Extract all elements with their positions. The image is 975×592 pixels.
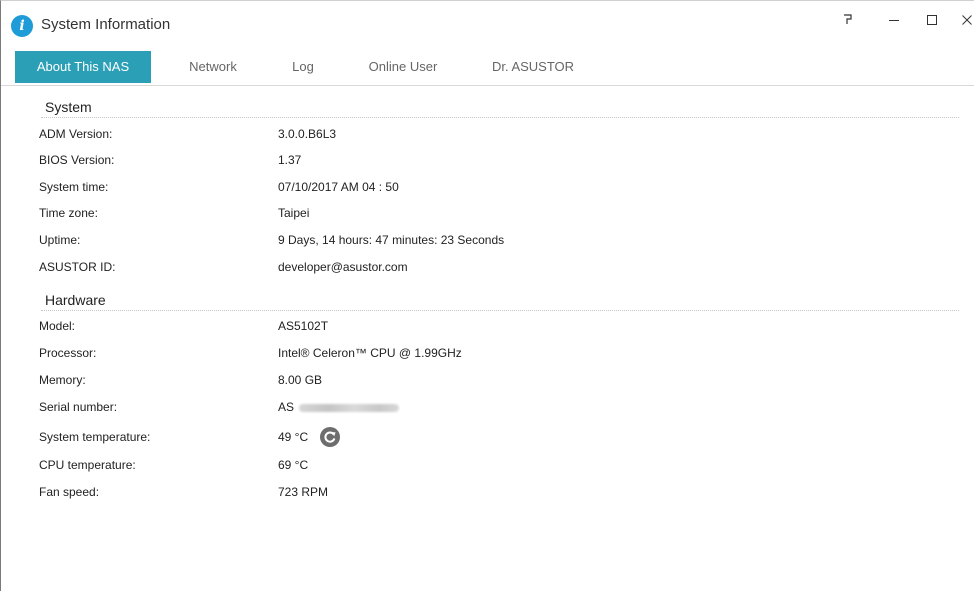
row-label: Uptime: bbox=[39, 233, 81, 247]
section-divider bbox=[41, 310, 959, 311]
info-app-icon: i bbox=[11, 15, 33, 37]
close-icon bbox=[962, 15, 972, 25]
row-value: 8.00 GB bbox=[278, 373, 323, 387]
tab-dr-asustor[interactable]: Dr. ASUSTOR bbox=[483, 51, 583, 83]
hardware-section-title: Hardware bbox=[45, 292, 106, 308]
serial-value: AS bbox=[278, 400, 400, 414]
section-divider bbox=[41, 117, 959, 118]
row-label: ADM Version: bbox=[39, 127, 113, 141]
info-row-asustor-id: ASUSTOR ID: developer@asustor.com bbox=[1, 260, 974, 280]
maximize-button[interactable] bbox=[916, 9, 948, 31]
row-value: 69 °C bbox=[278, 458, 309, 472]
row-label: Serial number: bbox=[39, 400, 118, 414]
row-label: BIOS Version: bbox=[39, 153, 115, 167]
row-value: 1.37 bbox=[278, 153, 302, 167]
row-label: Time zone: bbox=[39, 206, 98, 220]
row-label: System time: bbox=[39, 180, 109, 194]
row-value: AS5102T bbox=[278, 319, 329, 333]
row-value: 49 °C bbox=[278, 430, 309, 444]
row-label: Memory: bbox=[39, 373, 86, 387]
tab-log[interactable]: Log bbox=[281, 51, 325, 83]
row-value: 9 Days, 14 hours: 47 minutes: 23 Seconds bbox=[278, 233, 505, 247]
system-section-title: System bbox=[45, 99, 92, 115]
help-button[interactable] bbox=[832, 9, 864, 31]
refresh-icon[interactable] bbox=[320, 427, 340, 447]
row-label: Model: bbox=[39, 319, 76, 333]
row-value: developer@asustor.com bbox=[278, 260, 408, 274]
info-row-processor: Processor: Intel® Celeron™ CPU @ 1.99GHz bbox=[1, 346, 974, 366]
minimize-button[interactable] bbox=[878, 9, 910, 31]
tab-network[interactable]: Network bbox=[181, 51, 245, 83]
info-row-adm-version: ADM Version: 3.0.0.B6L3 bbox=[1, 127, 974, 147]
title-bar: i System Information bbox=[1, 1, 974, 47]
row-label: CPU temperature: bbox=[39, 458, 136, 472]
row-value: Intel® Celeron™ CPU @ 1.99GHz bbox=[278, 346, 462, 360]
row-value: 07/10/2017 AM 04 : 50 bbox=[278, 180, 399, 194]
tab-about-this-nas[interactable]: About This NAS bbox=[15, 51, 151, 83]
row-value: Taipei bbox=[278, 206, 310, 220]
info-row-serial-number: Serial number: AS bbox=[1, 400, 974, 420]
tab-online-user[interactable]: Online User bbox=[357, 51, 449, 83]
info-row-memory: Memory: 8.00 GB bbox=[1, 373, 974, 393]
maximize-icon bbox=[927, 15, 937, 25]
info-row-cpu-temperature: CPU temperature: 69 °C bbox=[1, 458, 974, 478]
row-label: Fan speed: bbox=[39, 485, 100, 499]
row-label: ASUSTOR ID: bbox=[39, 260, 116, 274]
info-row-time-zone: Time zone: Taipei bbox=[1, 206, 974, 226]
info-row-system-temperature: System temperature: 49 °C bbox=[1, 427, 974, 450]
minimize-icon bbox=[889, 20, 899, 21]
window-title: System Information bbox=[41, 16, 171, 33]
info-row-model: Model: AS5102T bbox=[1, 319, 974, 339]
system-information-window: i System Information About This NAS Netw… bbox=[0, 0, 974, 591]
info-row-system-time: System time: 07/10/2017 AM 04 : 50 bbox=[1, 180, 974, 200]
serial-redacted-blur bbox=[299, 403, 400, 412]
help-icon bbox=[844, 14, 852, 24]
info-row-fan-speed: Fan speed: 723 RPM bbox=[1, 485, 974, 505]
info-row-bios-version: BIOS Version: 1.37 bbox=[1, 153, 974, 173]
row-value: 3.0.0.B6L3 bbox=[278, 127, 337, 141]
info-row-uptime: Uptime: 9 Days, 14 hours: 47 minutes: 23… bbox=[1, 233, 974, 253]
row-label: Processor: bbox=[39, 346, 97, 360]
row-value: 723 RPM bbox=[278, 485, 329, 499]
row-label: System temperature: bbox=[39, 430, 151, 444]
serial-prefix: AS bbox=[278, 400, 295, 414]
tab-bar: About This NAS Network Log Online User D… bbox=[1, 51, 974, 86]
close-button[interactable] bbox=[951, 9, 975, 31]
